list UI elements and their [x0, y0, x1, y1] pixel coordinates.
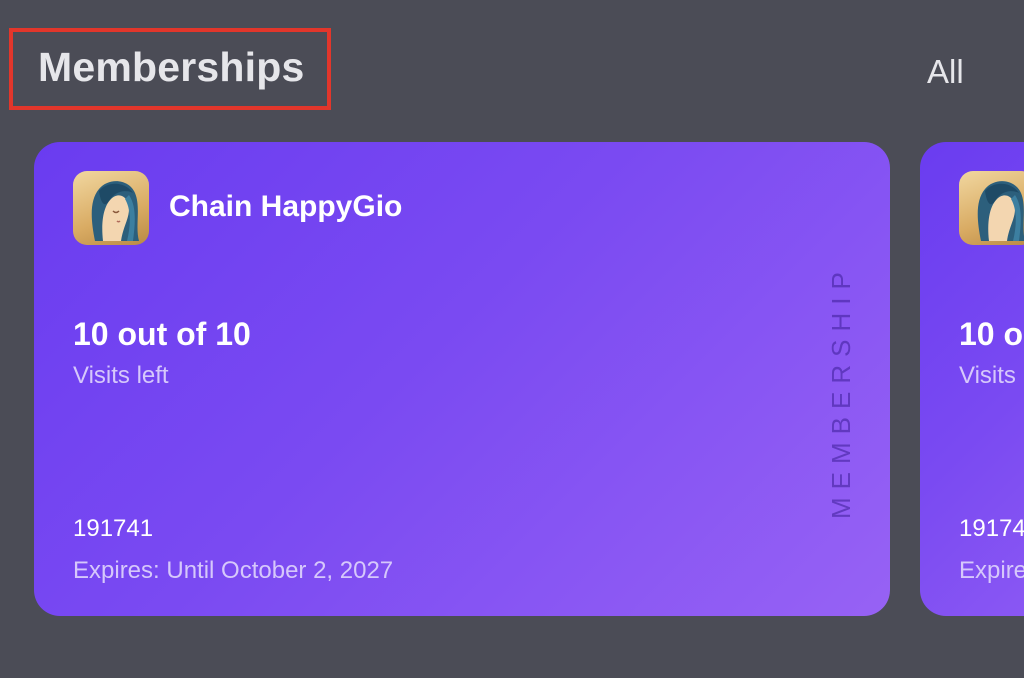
membership-card[interactable]: Chain HappyGio 10 out of 10 Visits left … — [34, 142, 890, 616]
visits-label: Visits — [959, 362, 1016, 389]
card-merchant-name: Chain HappyGio — [169, 190, 403, 223]
woman-profile-logo-icon — [959, 171, 1024, 245]
memberships-screen: Memberships All Chain HappyGio 10 out of… — [0, 0, 1024, 678]
card-number: 19174 — [959, 515, 1024, 542]
woman-profile-logo-icon — [73, 171, 149, 245]
visits-count: 10 out of 10 — [73, 316, 251, 352]
card-type-label: MEMBERSHIP — [826, 264, 856, 520]
visits-count: 10 o — [959, 316, 1024, 352]
card-number: 191741 — [73, 515, 154, 542]
visits-label: Visits left — [73, 362, 169, 389]
membership-card[interactable]: 10 o Visits 19174 Expire — [920, 142, 1024, 616]
memberships-header: Memberships All — [0, 0, 1024, 140]
card-expiry: Expire — [959, 557, 1024, 584]
card-expiry: Expires: Until October 2, 2027 — [73, 557, 394, 584]
page-title: Memberships — [38, 44, 305, 90]
all-link[interactable]: All — [927, 53, 964, 91]
